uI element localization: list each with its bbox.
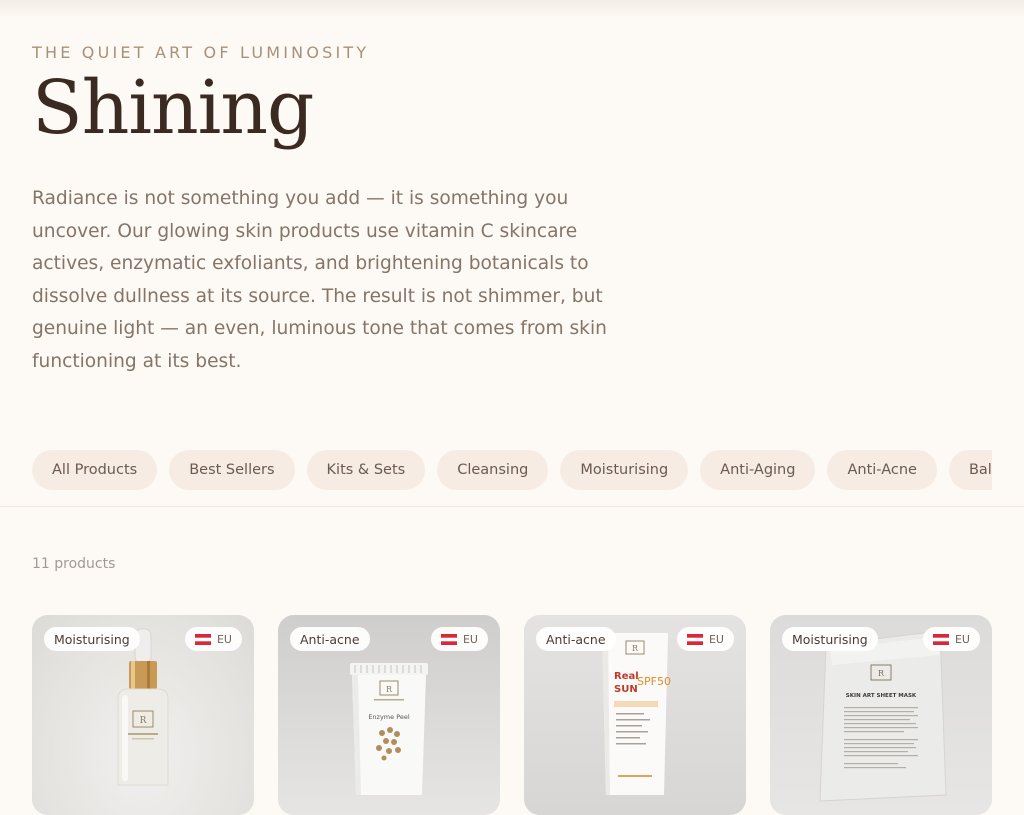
sun-label-spf: SPF50 — [637, 675, 671, 688]
austria-flag-icon — [440, 633, 457, 645]
region-label: EU — [954, 632, 970, 646]
hero-eyebrow: THE QUIET ART OF LUMINOSITY — [32, 43, 370, 62]
product-card[interactable]: R SKIN ART SHEET MASK Moisturising EU — [770, 615, 992, 815]
filter-chip-balancing[interactable]: Balancing — [948, 450, 992, 490]
tube-label: Enzyme Peel — [368, 713, 410, 721]
region-badge: EU — [184, 627, 242, 651]
region-label: EU — [216, 632, 232, 646]
region-badge: EU — [430, 627, 488, 651]
mask-label: SKIN ART SHEET MASK — [846, 693, 917, 699]
filter-chip-moisturising[interactable]: Moisturising — [560, 450, 689, 490]
austria-flag-icon — [932, 633, 949, 645]
product-category-badge: Moisturising — [782, 627, 878, 651]
region-badge: EU — [676, 627, 734, 651]
svg-text:R: R — [632, 644, 639, 653]
sun-label-real: Real — [614, 671, 639, 682]
product-card[interactable]: R Moisturising EU — [32, 615, 254, 815]
austria-flag-icon — [686, 633, 703, 645]
category-filter-bar: All Products Best Sellers Kits & Sets Cl… — [32, 450, 992, 490]
filter-chip-kits-sets[interactable]: Kits & Sets — [306, 450, 426, 490]
product-count: 11 products — [32, 556, 116, 572]
filter-chip-all-products[interactable]: All Products — [32, 450, 158, 490]
hero-description: Radiance is not something you add — it i… — [32, 188, 607, 372]
sun-label-sun: SUN — [614, 684, 638, 695]
product-category-badge: Moisturising — [44, 627, 140, 651]
region-badge: EU — [922, 627, 980, 651]
filter-chip-anti-aging[interactable]: Anti-Aging — [700, 450, 816, 490]
section-divider — [0, 506, 1024, 507]
product-card[interactable]: R Enzyme Peel Anti-acne EU — [278, 615, 500, 815]
filter-chip-cleansing[interactable]: Cleansing — [437, 450, 549, 490]
filter-chip-anti-acne[interactable]: Anti-Acne — [827, 450, 937, 490]
svg-text:R: R — [386, 685, 393, 694]
page-title: Shining — [32, 65, 314, 151]
product-category-badge: Anti-acne — [536, 627, 616, 651]
region-label: EU — [462, 632, 478, 646]
region-label: EU — [708, 632, 724, 646]
product-grid: R Moisturising EU R Enzyme Peel Anti-acn… — [32, 615, 992, 815]
svg-text:R: R — [140, 716, 147, 726]
header-shadow — [0, 0, 1024, 18]
product-category-badge: Anti-acne — [290, 627, 370, 651]
product-card[interactable]: R Real SUN SPF50 Anti-acne EU — [524, 615, 746, 815]
filter-chip-best-sellers[interactable]: Best Sellers — [169, 450, 295, 490]
austria-flag-icon — [194, 633, 211, 645]
svg-text:R: R — [878, 669, 885, 678]
